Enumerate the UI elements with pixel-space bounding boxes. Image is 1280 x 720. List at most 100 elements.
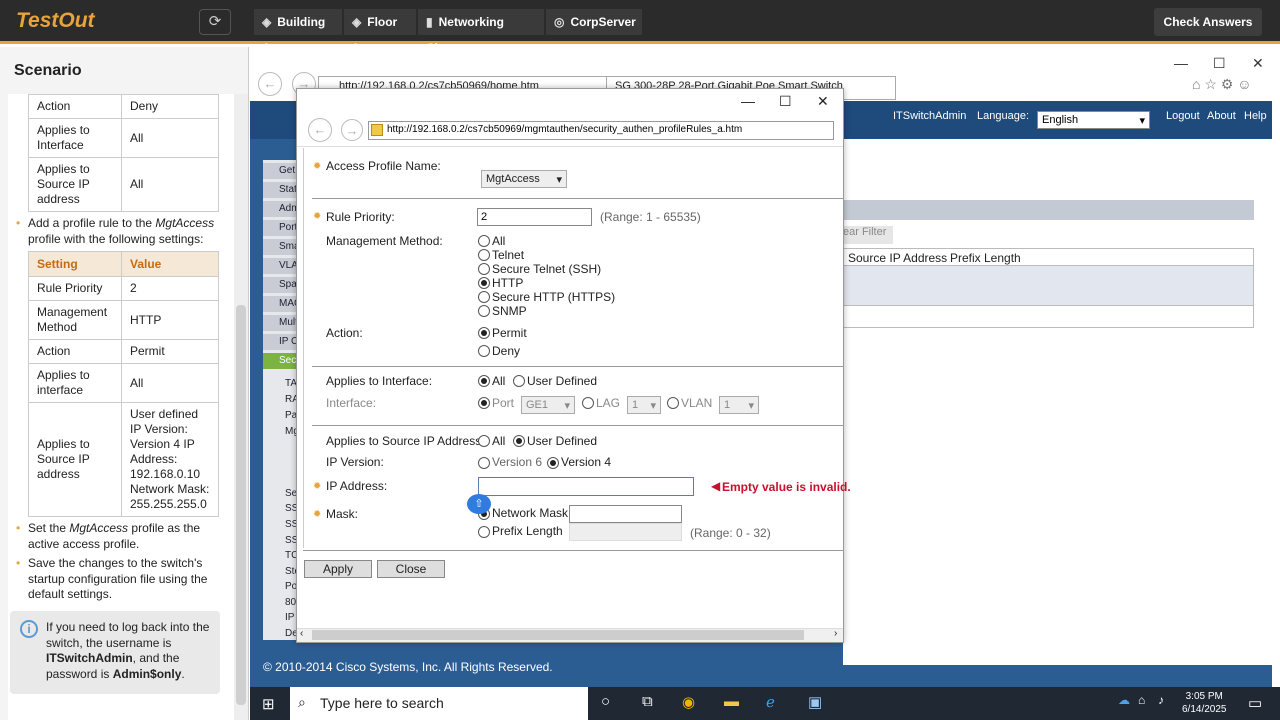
network-app-icon[interactable]: ▣ xyxy=(808,693,822,711)
forward-icon[interactable]: → xyxy=(341,119,363,141)
check-answers-button[interactable]: Check Answers xyxy=(1154,8,1262,36)
table-row: Rule Priority 2 xyxy=(28,276,219,301)
language-label: Language: xyxy=(977,110,1029,122)
scrollbar-thumb[interactable] xyxy=(312,630,804,640)
logout-link[interactable]: Logout xyxy=(1166,110,1200,122)
radio-mgmt-https[interactable] xyxy=(478,291,490,303)
chevron-down-icon: ▾ xyxy=(564,400,570,412)
maximize-icon[interactable]: ☐ xyxy=(1213,55,1226,72)
table-row xyxy=(843,306,1254,328)
info-icon: i xyxy=(20,620,38,638)
access-profile-select[interactable]: MgtAccess ▾ xyxy=(481,170,567,188)
lag-select[interactable]: 1 ▾ xyxy=(627,396,661,414)
username: ITSwitchAdmin xyxy=(893,110,967,122)
file-explorer-icon[interactable]: ▬ xyxy=(724,693,739,710)
port-select[interactable]: GE1 ▾ xyxy=(521,396,575,414)
radio-action-deny[interactable] xyxy=(478,345,490,357)
ip-address-input[interactable] xyxy=(478,477,694,496)
apply-button[interactable]: Apply xyxy=(304,560,372,578)
network-icon[interactable]: ⌂ xyxy=(1138,693,1145,707)
table-row: Applies to Source IP address User defined… xyxy=(28,402,219,517)
task-bullet: Save the changes to the switch's startup… xyxy=(8,556,234,603)
error-arrow-icon: ◀ xyxy=(711,479,721,493)
minimize-icon[interactable]: — xyxy=(1174,55,1188,71)
cursor-indicator-icon: ⇧ xyxy=(467,494,491,514)
back-icon[interactable]: ← xyxy=(308,118,332,142)
prefix-length-input[interactable] xyxy=(569,523,682,541)
radio-mgmt-all[interactable] xyxy=(478,235,490,247)
network-mask-input[interactable] xyxy=(569,505,682,523)
ip-address-label: IP Address: xyxy=(326,479,388,493)
radio-iface-all[interactable] xyxy=(478,375,490,387)
close-icon[interactable]: ✕ xyxy=(817,93,829,110)
applies-source-label: Applies to Source IP Address: xyxy=(326,434,485,448)
popup-titlebar: — ☐ ✕ xyxy=(297,89,843,119)
home-icon[interactable]: ⌂ xyxy=(1192,76,1200,92)
settings-table-1: Action Deny Applies to Interface All Appli… xyxy=(28,94,219,212)
radio-src-user-defined[interactable] xyxy=(513,435,525,447)
help-link[interactable]: Help xyxy=(1244,110,1267,122)
refresh-icon[interactable]: ⟳ xyxy=(199,9,231,35)
task-view-icon[interactable]: ⧉ xyxy=(642,693,653,710)
breadcrumb-building[interactable]: ◈Building A xyxy=(254,9,342,55)
rule-priority-input[interactable] xyxy=(477,208,592,226)
volume-icon[interactable]: ♪ xyxy=(1158,693,1164,707)
radio-iface-vlan[interactable] xyxy=(667,397,679,409)
radio-mgmt-telnet[interactable] xyxy=(478,249,490,261)
maximize-icon[interactable]: ☐ xyxy=(779,93,792,110)
star-icon[interactable]: ☆ xyxy=(1204,76,1217,92)
minimize-icon[interactable]: — xyxy=(741,93,755,109)
popup-address-bar[interactable]: http://192.168.0.2/cs7cb50969/mgmtauthen… xyxy=(368,121,834,140)
action-label: Action: xyxy=(326,326,363,340)
radio-prefix-length[interactable] xyxy=(478,526,490,538)
close-icon[interactable]: ✕ xyxy=(1252,55,1264,72)
radio-mgmt-ssh[interactable] xyxy=(478,263,490,275)
table-header: Source IP Address Prefix Length xyxy=(843,248,1254,266)
server-icon: ◎ xyxy=(554,15,565,29)
search-icon: ⌕ xyxy=(298,694,306,710)
mgmt-method-label: Management Method: xyxy=(326,234,443,248)
chevron-down-icon: ▾ xyxy=(556,174,562,186)
required-icon: ✹ xyxy=(313,509,322,520)
task-bullet: Add a profile rule to the MgtAccess prof… xyxy=(8,216,234,247)
clear-filter-button[interactable]: ear Filter xyxy=(843,226,893,244)
chevron-down-icon: ▾ xyxy=(1139,115,1145,127)
ip-error-message: Empty value is invalid. xyxy=(722,480,851,494)
radio-ipv6[interactable] xyxy=(478,457,490,469)
scrollbar-thumb[interactable] xyxy=(236,305,246,705)
info-text: If you need to log back into the switch,… xyxy=(46,620,210,681)
clock[interactable]: 3:05 PM 6/14/2025 xyxy=(1182,690,1227,716)
cortana-icon[interactable]: ○ xyxy=(601,693,610,710)
close-button[interactable]: Close xyxy=(377,560,445,578)
radio-action-permit[interactable] xyxy=(478,327,490,339)
about-link[interactable]: About xyxy=(1207,110,1236,122)
radio-mgmt-http[interactable] xyxy=(478,277,490,289)
radio-src-all[interactable] xyxy=(478,435,490,447)
vlan-select[interactable]: 1 ▾ xyxy=(719,396,759,414)
breadcrumb-floor[interactable]: ◈Floor 1 xyxy=(344,9,416,55)
breadcrumb-closet[interactable]: ▮Networking Closet xyxy=(418,9,544,55)
access-profile-label: Access Profile Name: xyxy=(326,159,441,173)
language-select[interactable]: English ▾ xyxy=(1037,111,1150,129)
radio-ipv4[interactable] xyxy=(547,457,559,469)
radio-mgmt-snmp[interactable] xyxy=(478,305,490,317)
chrome-icon[interactable]: ◉ xyxy=(682,693,695,711)
radio-iface-lag[interactable] xyxy=(582,397,594,409)
chevron-right-icon[interactable]: › xyxy=(834,628,837,639)
taskbar-search[interactable]: Type here to search xyxy=(290,687,588,720)
back-icon[interactable]: ← xyxy=(258,72,282,96)
radio-iface-user-defined[interactable] xyxy=(513,375,525,387)
page-icon xyxy=(371,124,383,136)
filter-bar xyxy=(843,200,1254,220)
chevron-left-icon[interactable]: ‹ xyxy=(300,628,303,639)
notification-icon[interactable]: ▭ xyxy=(1248,694,1262,712)
radio-iface-port[interactable] xyxy=(478,397,490,409)
smiley-icon[interactable]: ☺ xyxy=(1237,76,1251,92)
required-icon: ✹ xyxy=(313,481,322,492)
gear-icon[interactable]: ⚙ xyxy=(1221,76,1234,92)
breadcrumb-server[interactable]: ◎ CorpServer xyxy=(546,9,642,35)
onedrive-icon[interactable]: ☁ xyxy=(1118,693,1130,707)
table-row: Applies to Interface All xyxy=(28,118,219,158)
windows-start-icon[interactable]: ⊞ xyxy=(262,695,275,713)
ie-icon[interactable]: ℯ xyxy=(766,693,775,711)
